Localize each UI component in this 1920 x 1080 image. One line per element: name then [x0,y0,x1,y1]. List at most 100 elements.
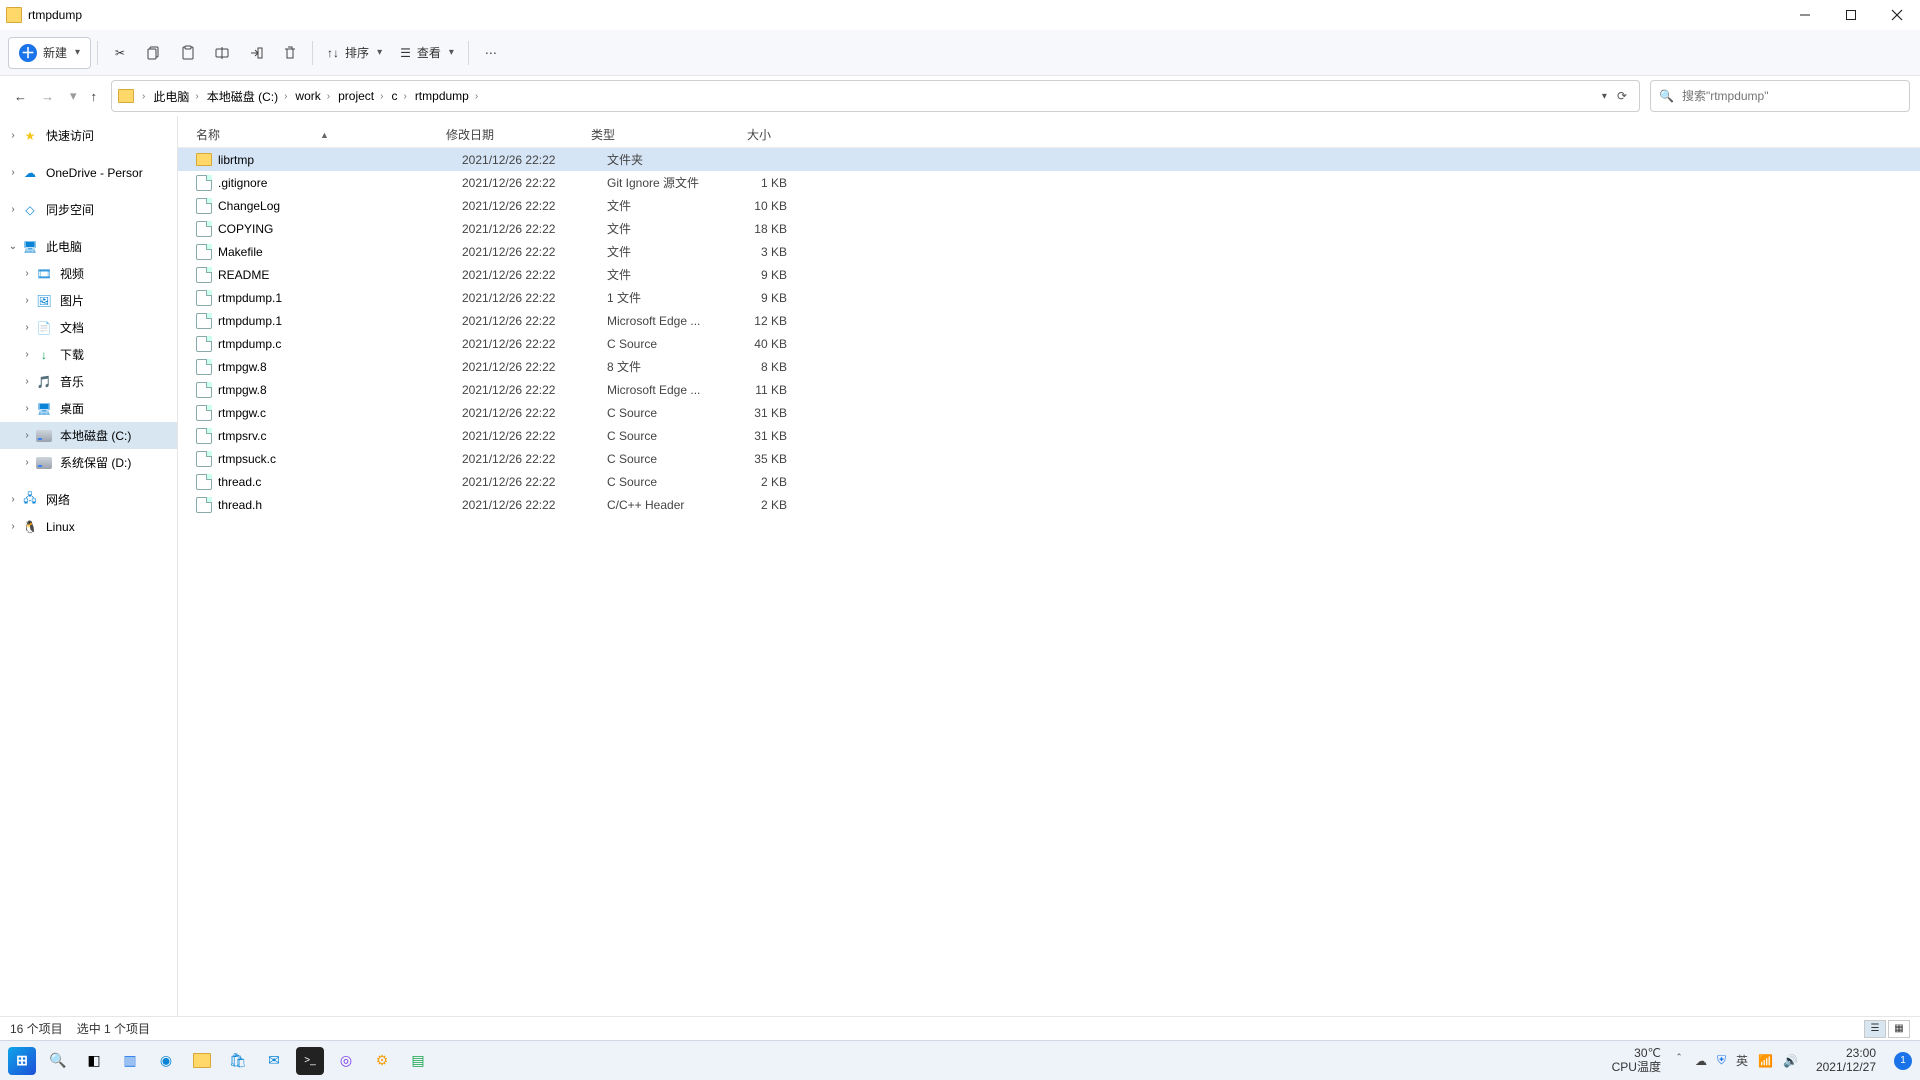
widgets-button[interactable]: ▥ [116,1047,144,1075]
column-headers: 名称▲ 修改日期 类型 大小 [178,122,1920,148]
tray-security-icon[interactable]: ⛨ [1717,1053,1726,1068]
file-icon [196,336,212,352]
breadcrumb-item[interactable]: rtmpdump› [411,81,482,111]
taskbar-weather[interactable]: 30℃ CPU温度 [1612,1047,1661,1073]
breadcrumb-item[interactable]: work› [291,81,334,111]
breadcrumb-item[interactable]: project› [334,81,387,111]
tray-sound-icon[interactable]: 🔊 [1783,1054,1798,1068]
up-button[interactable]: ↑ [91,89,98,104]
chevron-down-icon: ▾ [377,47,382,58]
sidebar-item[interactable]: ›◇同步空间 [0,196,177,223]
taskbar-mail[interactable]: ✉ [260,1047,288,1075]
file-row[interactable]: rtmpgw.82021/12/26 22:22Microsoft Edge .… [178,378,1920,401]
file-row[interactable]: thread.h2021/12/26 22:22C/C++ Header2 KB [178,493,1920,516]
column-size[interactable]: 大小 [711,126,781,143]
notification-button[interactable]: 1 [1894,1052,1912,1070]
tray-ime[interactable]: 英 [1736,1052,1748,1069]
sidebar-item[interactable]: ⌄🖥此电脑 [0,233,177,260]
file-row[interactable]: rtmpsuck.c2021/12/26 22:22C Source35 KB [178,447,1920,470]
folder-icon [118,89,134,103]
breadcrumb-item[interactable]: 此电脑› [149,81,202,111]
chevron-down-icon[interactable]: ▾ [1602,91,1607,102]
breadcrumb-item[interactable]: c› [387,81,410,111]
search-input[interactable] [1682,89,1901,103]
tiles-view-button[interactable]: ▦ [1888,1020,1910,1038]
rename-button[interactable] [206,37,238,69]
sidebar-item[interactable]: ›📄文档 [0,314,177,341]
sidebar-item[interactable]: ›系统保留 (D:) [0,449,177,476]
file-row[interactable]: librtmp2021/12/26 22:22文件夹 [178,148,1920,171]
copy-button[interactable] [138,37,170,69]
back-button[interactable]: ← [14,89,27,104]
close-button[interactable] [1874,0,1920,30]
file-row[interactable]: Makefile2021/12/26 22:22文件3 KB [178,240,1920,263]
start-button[interactable]: ⊞ [8,1047,36,1075]
delete-button[interactable] [274,37,306,69]
sidebar-item[interactable]: ›🎵音乐 [0,368,177,395]
file-icon [196,382,212,398]
file-row[interactable]: rtmpdump.12021/12/26 22:221 文件9 KB [178,286,1920,309]
file-row[interactable]: thread.c2021/12/26 22:22C Source2 KB [178,470,1920,493]
taskbar-app-2[interactable]: ⚙ [368,1047,396,1075]
view-label: 查看 [417,44,441,61]
taskbar-search[interactable]: 🔍 [44,1047,72,1075]
taskbar-explorer[interactable] [188,1047,216,1075]
file-row[interactable]: ChangeLog2021/12/26 22:22文件10 KB [178,194,1920,217]
column-type[interactable]: 类型 [591,126,711,143]
file-row[interactable]: rtmpgw.c2021/12/26 22:22C Source31 KB [178,401,1920,424]
file-row[interactable]: rtmpsrv.c2021/12/26 22:22C Source31 KB [178,424,1920,447]
sidebar-item[interactable]: ›🖧网络 [0,486,177,513]
cut-button[interactable]: ✂ [104,37,136,69]
taskbar: ⊞ 🔍 ◧ ▥ ◉ 🛍 ✉ >_ ◎ ⚙ ▤ 30℃ CPU温度 ＾ ☁ ⛨ 英… [0,1040,1920,1080]
sidebar-item[interactable]: ›本地磁盘 (C:) [0,422,177,449]
file-row[interactable]: README2021/12/26 22:22文件9 KB [178,263,1920,286]
taskbar-terminal[interactable]: >_ [296,1047,324,1075]
file-row[interactable]: rtmpdump.c2021/12/26 22:22C Source40 KB [178,332,1920,355]
share-button[interactable] [240,37,272,69]
taskbar-app-1[interactable]: ◎ [332,1047,360,1075]
status-count: 16 个项目 [10,1020,63,1037]
status-selection: 选中 1 个项目 [77,1020,150,1037]
breadcrumb[interactable]: › 此电脑›本地磁盘 (C:)›work›project›c›rtmpdump›… [111,80,1640,112]
sidebar-item[interactable]: ›🖼图片 [0,287,177,314]
column-name[interactable]: 名称▲ [196,126,446,143]
folder-icon [196,153,212,166]
details-view-button[interactable]: ☰ [1864,1020,1886,1038]
file-row[interactable]: .gitignore2021/12/26 22:22Git Ignore 源文件… [178,171,1920,194]
minimize-button[interactable] [1782,0,1828,30]
chevron-right-icon: › [142,91,145,102]
file-row[interactable]: COPYING2021/12/26 22:22文件18 KB [178,217,1920,240]
sidebar-item[interactable]: ›🖥桌面 [0,395,177,422]
column-date[interactable]: 修改日期 [446,126,591,143]
sidebar-item[interactable]: ›↓下载 [0,341,177,368]
sidebar-item[interactable]: ›★快速访问 [0,122,177,149]
task-view-button[interactable]: ◧ [80,1047,108,1075]
view-button[interactable]: ☰ 查看 ▾ [392,37,462,69]
taskbar-edge[interactable]: ◉ [152,1047,180,1075]
file-row[interactable]: rtmpdump.12021/12/26 22:22Microsoft Edge… [178,309,1920,332]
sidebar-item[interactable]: ›☁OneDrive - Persor [0,159,177,186]
forward-button[interactable]: → [41,89,54,104]
sidebar-item[interactable]: ›🐧Linux [0,513,177,540]
new-button[interactable]: ＋ 新建 ▾ [8,37,91,69]
scissors-icon: ✂ [115,46,125,60]
tray-chevron-icon[interactable]: ＾ [1673,1052,1685,1069]
history-dropdown[interactable]: ▾ [70,88,77,104]
paste-button[interactable] [172,37,204,69]
sidebar-item[interactable]: ›🎞视频 [0,260,177,287]
maximize-button[interactable] [1828,0,1874,30]
status-bar: 16 个项目 选中 1 个项目 ☰ ▦ [0,1016,1920,1040]
toolbar: ＋ 新建 ▾ ✂ ↑↓ 排序 ▾ ☰ 查看 ▾ ⋯ [0,30,1920,76]
sort-button[interactable]: ↑↓ 排序 ▾ [319,37,390,69]
taskbar-app-3[interactable]: ▤ [404,1047,432,1075]
taskbar-clock[interactable]: 23:00 2021/12/27 [1810,1047,1882,1073]
search-box[interactable]: 🔍 [1650,80,1910,112]
refresh-button[interactable]: ⟳ [1617,89,1627,103]
file-icon [196,244,212,260]
breadcrumb-item[interactable]: 本地磁盘 (C:)› [203,81,292,111]
taskbar-store[interactable]: 🛍 [224,1047,252,1075]
file-row[interactable]: rtmpgw.82021/12/26 22:228 文件8 KB [178,355,1920,378]
tray-onedrive-icon[interactable]: ☁ [1695,1054,1707,1068]
more-button[interactable]: ⋯ [475,37,507,69]
tray-wifi-icon[interactable]: 📶 [1758,1054,1773,1068]
